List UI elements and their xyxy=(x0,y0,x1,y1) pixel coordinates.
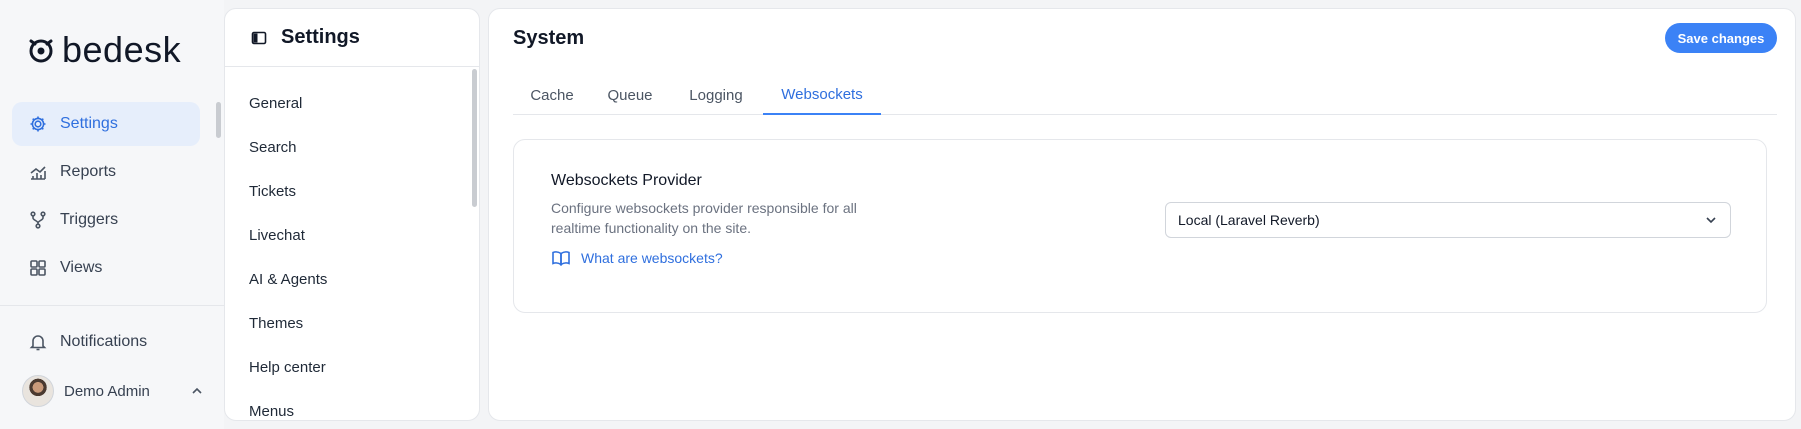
settings-item-menus[interactable]: Menus xyxy=(249,403,294,420)
nav-divider xyxy=(0,305,224,306)
nav-item-triggers[interactable]: Triggers xyxy=(12,198,200,242)
branch-icon xyxy=(30,211,46,229)
settings-panel: Settings General Search Tickets Livechat… xyxy=(224,8,480,421)
websockets-provider-select[interactable]: Local (Laravel Reverb) xyxy=(1165,202,1731,238)
select-value: Local (Laravel Reverb) xyxy=(1178,212,1320,228)
gear-icon xyxy=(30,116,46,132)
brand-logo[interactable]: bedesk xyxy=(26,30,181,70)
nav-label-views: Views xyxy=(60,259,103,276)
tab-bar: Cache Queue Logging Websockets xyxy=(513,75,1777,115)
chart-icon xyxy=(30,166,46,180)
sidebar-scrollbar[interactable] xyxy=(216,102,221,138)
tab-queue[interactable]: Queue xyxy=(591,75,669,115)
settings-item-general[interactable]: General xyxy=(249,95,302,112)
grid-icon xyxy=(30,260,46,276)
settings-item-tickets[interactable]: Tickets xyxy=(249,183,296,200)
page-title: System xyxy=(513,27,585,49)
settings-item-search[interactable]: Search xyxy=(249,139,297,156)
avatar xyxy=(22,375,54,407)
book-icon xyxy=(552,251,570,266)
link-label: What are websockets? xyxy=(581,250,723,266)
nav-item-notifications[interactable]: Notifications xyxy=(12,320,200,364)
settings-title: Settings xyxy=(281,26,360,48)
nav-item-settings[interactable]: Settings xyxy=(12,102,200,146)
card-description: Configure websockets provider responsibl… xyxy=(551,200,857,236)
nav-label-triggers: Triggers xyxy=(60,211,119,228)
tab-cache[interactable]: Cache xyxy=(513,75,591,115)
settings-scrollbar[interactable] xyxy=(472,69,477,207)
logo-icon xyxy=(29,39,53,63)
settings-item-ai-agents[interactable]: AI & Agents xyxy=(249,271,327,288)
nav-label-reports: Reports xyxy=(60,163,117,180)
websockets-help-link[interactable]: What are websockets? xyxy=(551,248,723,268)
nav-label-settings: Settings xyxy=(60,115,118,132)
app-sidebar: bedesk Settings Reports Triggers Views N… xyxy=(0,0,224,429)
save-button[interactable]: Save changes xyxy=(1665,23,1777,53)
main-panel: System Save changes Cache Queue Logging … xyxy=(488,8,1796,421)
user-menu[interactable]: Demo Admin xyxy=(22,374,204,408)
settings-item-livechat[interactable]: Livechat xyxy=(249,227,305,244)
tab-logging[interactable]: Logging xyxy=(669,75,763,115)
tab-websockets[interactable]: Websockets xyxy=(763,75,881,115)
nav-item-views[interactable]: Views xyxy=(12,246,200,290)
sidebar-toggle-icon[interactable] xyxy=(251,30,267,46)
chevron-up-icon xyxy=(192,387,202,394)
websockets-provider-card: Websockets Provider Configure websockets… xyxy=(513,139,1767,313)
chevron-down-icon xyxy=(1706,217,1716,224)
settings-item-help-center[interactable]: Help center xyxy=(249,359,326,376)
bell-icon xyxy=(29,335,47,351)
brand-name: bedesk xyxy=(62,29,182,70)
nav-item-reports[interactable]: Reports xyxy=(12,150,200,194)
card-title: Websockets Provider xyxy=(551,172,702,189)
settings-header: Settings xyxy=(225,9,479,67)
settings-item-themes[interactable]: Themes xyxy=(249,315,303,332)
nav-label-notifications: Notifications xyxy=(60,333,148,350)
user-name: Demo Admin xyxy=(64,382,150,400)
